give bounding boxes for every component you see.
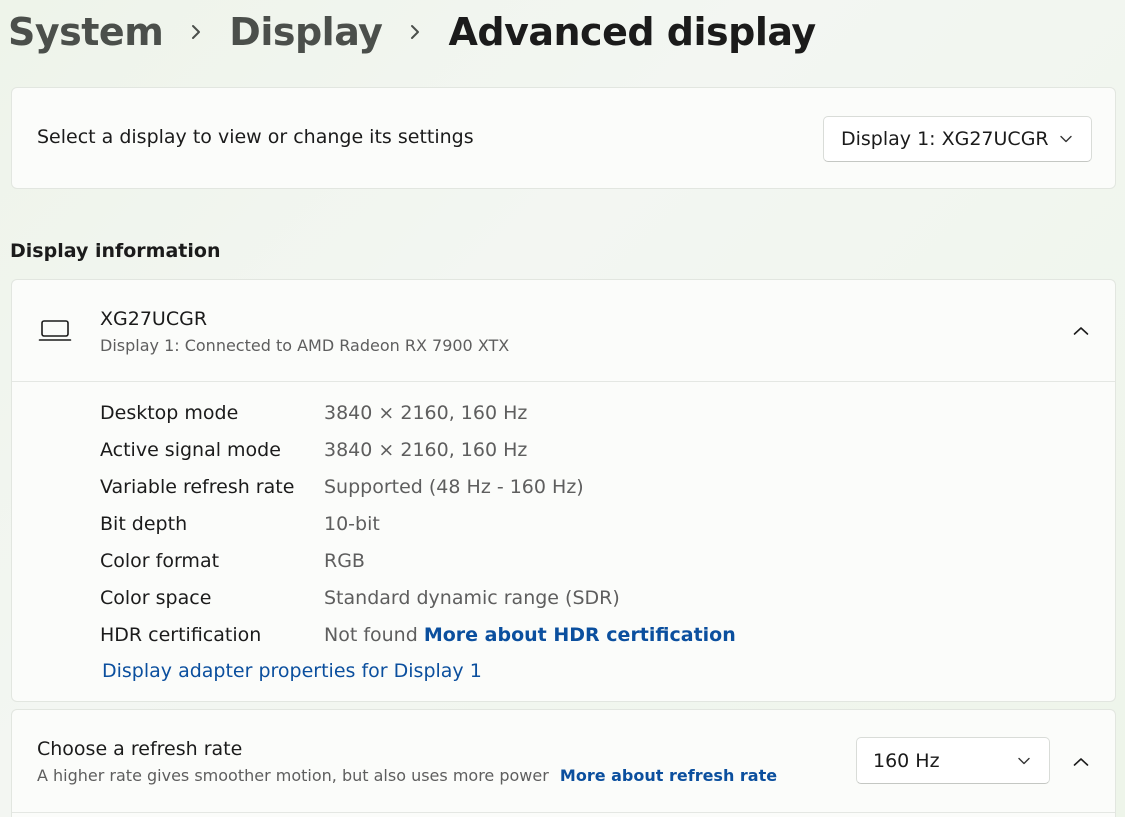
info-row-value: Standard dynamic range (SDR): [324, 586, 620, 609]
chevron-right-icon: [163, 4, 229, 60]
divider: [12, 812, 1115, 813]
refresh-rate-description: A higher rate gives smoother motion, but…: [37, 766, 549, 785]
info-row-value: 3840 × 2160, 160 Hz: [324, 438, 528, 461]
hdr-certification-value: Not found: [324, 623, 418, 646]
breadcrumb-item-display[interactable]: Display: [229, 10, 383, 54]
page-title: Advanced display: [448, 10, 816, 54]
chevron-down-icon: [1017, 756, 1031, 766]
select-display-label: Select a display to view or change its s…: [37, 126, 474, 148]
refresh-rate-description-line: A higher rate gives smoother motion, but…: [37, 766, 777, 785]
refresh-rate-card: Choose a refresh rate A higher rate give…: [11, 709, 1116, 817]
refresh-rate-title: Choose a refresh rate: [37, 738, 243, 760]
info-row-value: RGB: [324, 549, 365, 572]
laptop-icon: [38, 318, 72, 344]
hdr-certification-link[interactable]: More about HDR certification: [424, 624, 736, 646]
chevron-right-icon: [382, 4, 448, 60]
info-row-value: 3840 × 2160, 160 Hz: [324, 401, 528, 424]
chevron-down-icon: [1059, 134, 1073, 144]
display-information-heading: Display information: [10, 240, 221, 262]
info-row-hdr-certification: HDR certification Not found More about H…: [100, 616, 736, 653]
breadcrumb: System Display Advanced display: [8, 4, 816, 60]
chevron-up-icon[interactable]: [1065, 315, 1097, 347]
info-row-label: HDR certification: [100, 623, 262, 646]
display-information-header[interactable]: XG27UCGR Display 1: Connected to AMD Rad…: [12, 280, 1115, 382]
info-row-value: 10-bit: [324, 512, 380, 535]
info-row-label: Color format: [100, 549, 220, 572]
display-info-rows: Desktop mode 3840 × 2160, 160 Hz Active …: [100, 394, 736, 653]
info-row-label: Active signal mode: [100, 438, 281, 461]
display-select-dropdown[interactable]: Display 1: XG27UCGR: [823, 116, 1092, 162]
info-row-active-signal-mode: Active signal mode 3840 × 2160, 160 Hz: [100, 431, 736, 468]
info-row-label: Color space: [100, 586, 212, 609]
info-row-value: Supported (48 Hz - 160 Hz): [324, 475, 584, 498]
info-row-color-format: Color format RGB: [100, 542, 736, 579]
chevron-up-icon[interactable]: [1065, 746, 1097, 778]
info-row-label: Bit depth: [100, 512, 188, 535]
info-row-value: Not found More about HDR certification: [324, 624, 736, 646]
display-information-card: XG27UCGR Display 1: Connected to AMD Rad…: [11, 279, 1116, 702]
select-display-card: Select a display to view or change its s…: [11, 87, 1116, 189]
display-select-value: Display 1: XG27UCGR: [841, 128, 1049, 150]
refresh-rate-link[interactable]: More about refresh rate: [560, 766, 777, 785]
info-row-label: Variable refresh rate: [100, 475, 295, 498]
monitor-name: XG27UCGR: [100, 308, 208, 330]
monitor-connection: Display 1: Connected to AMD Radeon RX 79…: [100, 336, 510, 355]
info-row-variable-refresh-rate: Variable refresh rate Supported (48 Hz -…: [100, 468, 736, 505]
info-row-label: Desktop mode: [100, 401, 239, 424]
refresh-rate-dropdown[interactable]: 160 Hz: [856, 737, 1050, 784]
info-row-desktop-mode: Desktop mode 3840 × 2160, 160 Hz: [100, 394, 736, 431]
info-row-color-space: Color space Standard dynamic range (SDR): [100, 579, 736, 616]
info-row-bit-depth: Bit depth 10-bit: [100, 505, 736, 542]
display-adapter-properties-link[interactable]: Display adapter properties for Display 1: [102, 660, 482, 682]
breadcrumb-item-system[interactable]: System: [8, 10, 164, 54]
refresh-rate-value: 160 Hz: [873, 749, 940, 772]
